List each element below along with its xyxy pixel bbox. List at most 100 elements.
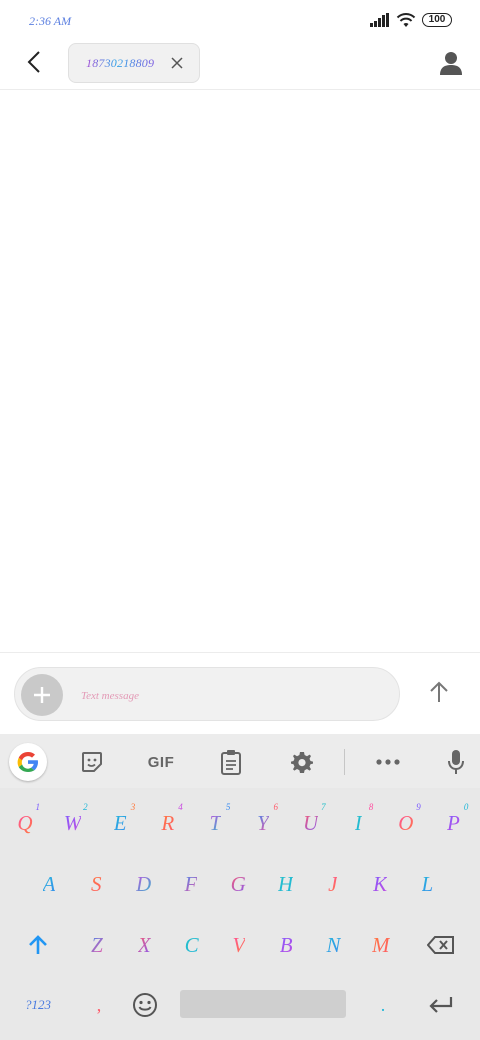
key-label: K bbox=[373, 871, 388, 896]
emoji-icon bbox=[133, 993, 157, 1017]
message-input[interactable] bbox=[81, 685, 381, 707]
key-c[interactable]: C bbox=[169, 920, 215, 970]
key-s[interactable]: S bbox=[73, 859, 119, 909]
key-d[interactable]: D bbox=[121, 859, 167, 909]
gif-label: GIF bbox=[147, 753, 175, 771]
key-label: E bbox=[113, 810, 127, 835]
key-f[interactable]: F bbox=[168, 859, 214, 909]
compose-bar bbox=[0, 652, 480, 734]
key-label: M bbox=[372, 932, 390, 957]
shift-arrow-icon bbox=[29, 935, 47, 954]
key-e[interactable]: E3 bbox=[97, 798, 143, 848]
settings-button[interactable] bbox=[286, 747, 318, 777]
emoji-key[interactable] bbox=[120, 980, 170, 1030]
key-u[interactable]: U7 bbox=[288, 798, 334, 848]
attach-button[interactable] bbox=[21, 674, 63, 716]
key-label: B bbox=[279, 932, 293, 957]
key-hint: 0 bbox=[463, 802, 469, 812]
key-m[interactable]: M bbox=[358, 920, 404, 970]
clipboard-button[interactable] bbox=[215, 747, 247, 777]
comma-key[interactable]: , bbox=[74, 980, 124, 1030]
backspace-icon bbox=[427, 936, 454, 954]
more-button[interactable] bbox=[372, 747, 404, 777]
key-j[interactable]: J bbox=[310, 859, 356, 909]
back-arrow-icon bbox=[27, 51, 40, 73]
sticker-icon bbox=[82, 752, 102, 772]
key-w[interactable]: W2 bbox=[50, 798, 96, 848]
key-label: Y bbox=[257, 810, 269, 835]
voice-input-button[interactable] bbox=[440, 747, 472, 777]
key-i[interactable]: I8 bbox=[335, 798, 381, 848]
symbols-key[interactable]: ?123 bbox=[13, 980, 63, 1030]
key-k[interactable]: K bbox=[357, 859, 403, 909]
space-key[interactable] bbox=[180, 990, 346, 1018]
period-key[interactable]: . bbox=[358, 980, 408, 1030]
plus-icon bbox=[34, 687, 50, 703]
key-b[interactable]: B bbox=[263, 920, 309, 970]
key-hint: 3 bbox=[130, 802, 136, 812]
key-label: J bbox=[328, 871, 338, 896]
back-button[interactable] bbox=[20, 48, 48, 76]
toolbar-divider bbox=[344, 749, 345, 775]
key-hint: 7 bbox=[321, 802, 326, 812]
microphone-icon bbox=[448, 750, 464, 774]
key-label: Q bbox=[17, 810, 33, 835]
send-button[interactable] bbox=[424, 677, 454, 707]
status-time: 2:36 AM bbox=[29, 14, 72, 28]
key-hint: 6 bbox=[273, 802, 279, 812]
key-hint: 2 bbox=[83, 802, 88, 812]
key-q[interactable]: Q1 bbox=[2, 798, 48, 848]
key-v[interactable]: V bbox=[216, 920, 262, 970]
contact-icon[interactable] bbox=[438, 50, 464, 76]
recipient-number: 18730218809 bbox=[86, 56, 155, 70]
gear-icon bbox=[291, 752, 313, 773]
key-a[interactable]: A bbox=[26, 859, 72, 909]
key-label: I bbox=[354, 810, 362, 835]
key-label: R bbox=[161, 810, 175, 835]
key-l[interactable]: L bbox=[404, 859, 450, 909]
conversation-header: 18730218809 bbox=[0, 42, 480, 90]
key-label: A bbox=[42, 871, 56, 896]
key-label: N bbox=[326, 932, 341, 957]
key-n[interactable]: N bbox=[311, 920, 357, 970]
keyboard-toolbar: GIF bbox=[0, 734, 480, 788]
message-list bbox=[0, 91, 480, 652]
key-label: H bbox=[277, 871, 294, 896]
keyboard: GIF Q1W 2 E 3 R 4 T 5 Y 6 U 7 I 8 O 9 P … bbox=[0, 734, 480, 1040]
key-label: U bbox=[303, 810, 319, 835]
key-y[interactable]: Y6 bbox=[240, 798, 286, 848]
arrow-up-icon bbox=[430, 681, 448, 702]
google-g-icon bbox=[17, 752, 38, 772]
key-p[interactable]: P0 bbox=[430, 798, 476, 848]
key-hint: 5 bbox=[225, 802, 231, 812]
key-o[interactable]: O9 bbox=[383, 798, 429, 848]
backspace-key[interactable] bbox=[416, 920, 466, 970]
key-x[interactable]: X bbox=[121, 920, 167, 970]
gif-button[interactable]: GIF bbox=[142, 747, 180, 777]
recipient-chip[interactable]: 18730218809 bbox=[68, 43, 200, 83]
enter-key[interactable] bbox=[416, 980, 466, 1030]
key-g[interactable]: G bbox=[215, 859, 261, 909]
key-t[interactable]: T5 bbox=[192, 798, 238, 848]
key-label: D bbox=[136, 871, 152, 896]
wifi-icon bbox=[396, 13, 416, 27]
enter-icon bbox=[429, 997, 453, 1013]
sticker-button[interactable] bbox=[76, 747, 108, 777]
more-horizontal-icon bbox=[376, 759, 400, 765]
close-icon[interactable] bbox=[169, 55, 185, 71]
key-label: V bbox=[232, 932, 246, 957]
key-z[interactable]: Z bbox=[74, 920, 120, 970]
key-h[interactable]: H bbox=[263, 859, 309, 909]
key-label: G bbox=[230, 871, 246, 896]
key-label: X bbox=[137, 932, 151, 957]
key-hint: 9 bbox=[416, 802, 421, 812]
compose-box bbox=[14, 667, 400, 721]
google-icon[interactable] bbox=[9, 743, 47, 781]
key-r[interactable]: R4 bbox=[145, 798, 191, 848]
shift-key[interactable] bbox=[13, 920, 63, 970]
battery-icon: 100 bbox=[422, 13, 452, 27]
key-label: F bbox=[184, 871, 198, 896]
clipboard-icon bbox=[221, 750, 241, 775]
key-label: Z bbox=[91, 932, 103, 957]
key-hint: 1 bbox=[35, 802, 41, 812]
